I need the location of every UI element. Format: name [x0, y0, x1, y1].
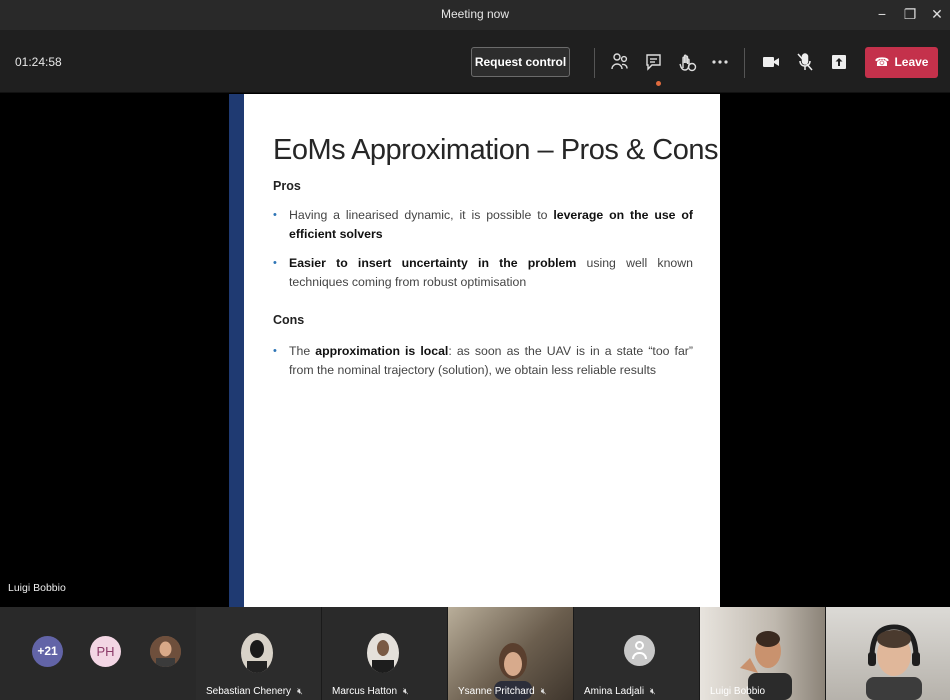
pros-bullet-2: • Easier to insert uncertainty in the pr…	[273, 254, 693, 292]
participant-name: Ysanne Pritchard	[458, 686, 535, 697]
participant-initials-avatar[interactable]: PH	[90, 636, 121, 667]
close-button[interactable]: ✕	[927, 4, 947, 24]
participant-video-tile[interactable]	[826, 607, 950, 700]
title-bar: Meeting now − ❐ ✕	[0, 0, 950, 30]
share-icon[interactable]	[827, 50, 851, 74]
presentation-slide: EoMs Approximation – Pros & Cons Pros • …	[244, 94, 720, 607]
participant-video	[866, 624, 922, 700]
participants-icon[interactable]	[608, 50, 632, 74]
phone-icon: ☎	[874, 55, 890, 69]
reactions-icon[interactable]	[675, 50, 699, 74]
participant-name: Luigi Bobbio	[710, 686, 766, 697]
participant-name: Sebastian Chenery	[206, 686, 292, 697]
participant-name: Amina Ladjali	[584, 686, 645, 697]
bullet-bold-text: approximation is local	[315, 344, 449, 358]
participant-avatar	[241, 633, 273, 673]
participant-photo-avatar[interactable]	[150, 636, 181, 667]
slide-title: EoMs Approximation – Pros & Cons	[273, 134, 718, 166]
pros-heading: Pros	[273, 179, 301, 193]
participant-name: Marcus Hatton	[332, 686, 398, 697]
mic-off-icon: 🔇︎	[403, 686, 409, 696]
toolbar-divider	[744, 48, 745, 78]
pros-bullet-1: • Having a linearised dynamic, it is pos…	[273, 206, 693, 244]
leave-label: Leave	[894, 55, 929, 69]
mic-off-icon[interactable]	[793, 50, 817, 74]
bullet-text: Having a linearised dynamic, it is possi…	[289, 208, 554, 222]
chat-notification-dot	[656, 81, 661, 86]
bullet-dot: •	[273, 209, 277, 221]
participant-tile[interactable]: Amina Ladjali 🔇︎	[574, 607, 699, 700]
participant-tile[interactable]: Sebastian Chenery 🔇︎	[196, 607, 321, 700]
chat-icon[interactable]	[642, 50, 666, 74]
request-control-button[interactable]: Request control	[471, 47, 570, 77]
camera-icon[interactable]	[759, 50, 783, 74]
participant-avatar	[367, 633, 399, 673]
cons-bullet-1: • The approximation is local: as soon as…	[273, 342, 693, 380]
participant-video-tile[interactable]: Luigi Bobbio	[700, 607, 825, 700]
window-title: Meeting now	[440, 7, 510, 21]
participant-strip: +21 PH Sebastian Chenery 🔇︎ Marcus Hatton…	[0, 607, 950, 700]
bullet-text: The	[289, 344, 316, 358]
more-participants-button[interactable]: +21	[32, 636, 63, 667]
slide-accent-bar	[229, 94, 244, 607]
more-icon[interactable]	[708, 50, 732, 74]
leave-button[interactable]: ☎ Leave	[865, 47, 938, 78]
toolbar-divider	[594, 48, 595, 78]
bullet-dot: •	[273, 257, 277, 269]
cons-heading: Cons	[273, 313, 305, 327]
meeting-toolbar: 01:24:58 Request control ☎ Leave	[0, 30, 950, 93]
minimize-button[interactable]: −	[872, 4, 892, 24]
bullet-dot: •	[273, 345, 277, 357]
shared-screen: EoMs Approximation – Pros & Cons Pros • …	[0, 94, 950, 607]
mic-off-icon: 🔇︎	[297, 686, 303, 696]
mic-off-icon: 🔇︎	[540, 686, 547, 696]
participant-overflow: +21 PH	[0, 607, 196, 700]
presenter-name: Luigi Bobbio	[8, 582, 66, 594]
meeting-timer: 01:24:58	[15, 55, 62, 69]
participant-tile[interactable]: Marcus Hatton 🔇︎	[322, 607, 447, 700]
person-icon	[624, 635, 655, 666]
bullet-bold-text: Easier to insert uncertainty in the prob…	[289, 256, 577, 270]
participant-video-tile[interactable]: Ysanne Pritchard 🔇︎	[448, 607, 573, 700]
maximize-button[interactable]: ❐	[900, 4, 920, 24]
mic-off-icon: 🔇︎	[650, 686, 656, 696]
